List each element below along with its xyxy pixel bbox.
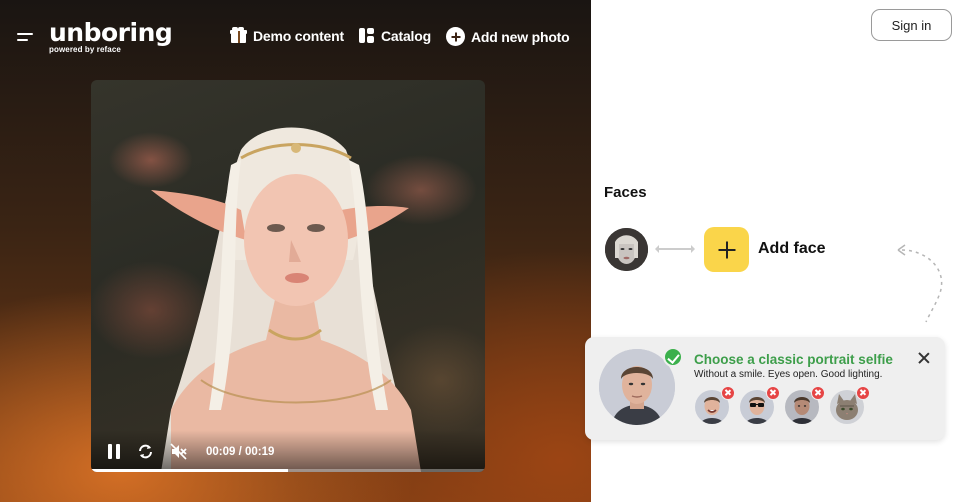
mute-icon[interactable]: [170, 443, 188, 460]
nav-add-photo-label: Add new photo: [471, 28, 570, 45]
tip-subtitle: Without a smile. Eyes open. Good lightin…: [694, 369, 883, 380]
face-avatar[interactable]: [605, 228, 648, 271]
repeat-icon[interactable]: [137, 443, 154, 460]
dashed-pointer-arrow-icon: [897, 244, 943, 323]
link-arrow-icon: [655, 245, 695, 253]
menu-icon[interactable]: [17, 31, 35, 45]
sign-in-button[interactable]: Sign in: [871, 9, 952, 41]
playback-time: 00:09 / 00:19: [206, 446, 275, 458]
progress-fill: [91, 469, 288, 472]
add-face-button[interactable]: [704, 227, 749, 272]
tip-title: Choose a classic portrait selfie: [694, 352, 893, 367]
faces-title: Faces: [604, 184, 647, 201]
logo-word: unboring: [49, 18, 173, 47]
nav-add-new-photo[interactable]: Add new photo: [446, 27, 570, 46]
x-badge-icon: [856, 386, 870, 400]
close-icon[interactable]: [917, 351, 931, 365]
x-badge-icon: [811, 386, 825, 400]
progress-bar[interactable]: [91, 469, 485, 472]
plus-circle-icon: [446, 27, 465, 46]
x-badge-icon: [721, 386, 735, 400]
gift-icon: [230, 27, 247, 44]
nav-catalog-label: Catalog: [381, 27, 431, 44]
logo[interactable]: unboring powered by reface: [49, 18, 173, 55]
check-icon: [663, 347, 683, 367]
face-thumbnail-image: [605, 228, 648, 271]
elf-portrait-image: [151, 127, 421, 472]
nav-demo-content[interactable]: Demo content: [230, 27, 344, 44]
nav-catalog[interactable]: Catalog: [358, 27, 431, 44]
video-player[interactable]: 00:09 / 00:19: [91, 80, 485, 472]
add-face-label[interactable]: Add face: [758, 240, 826, 258]
nav-demo-label: Demo content: [253, 27, 344, 44]
player-controls: 00:09 / 00:19: [91, 430, 485, 472]
x-badge-icon: [766, 386, 780, 400]
catalog-icon: [358, 27, 375, 44]
selfie-tip-card: Choose a classic portrait selfie Without…: [585, 337, 945, 440]
video-panel: unboring powered by reface Demo content …: [0, 0, 591, 502]
pause-icon[interactable]: [107, 444, 121, 459]
